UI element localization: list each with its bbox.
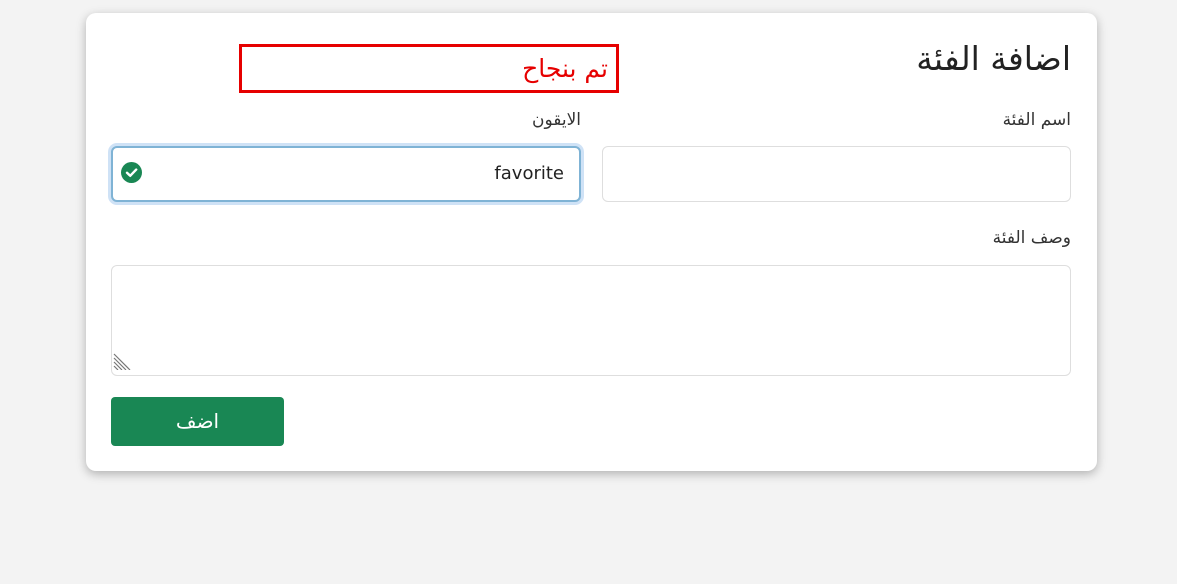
add-button[interactable]: اضف xyxy=(111,397,284,446)
icon-input[interactable]: favorite xyxy=(111,146,581,202)
success-message: تم بنجاح xyxy=(239,44,619,93)
page-title: اضافة الفئة xyxy=(916,39,1071,78)
icon-input-value: favorite xyxy=(494,163,564,184)
category-name-label: اسم الفئة xyxy=(1002,110,1071,130)
check-circle-icon xyxy=(121,162,142,183)
icon-label: الايقون xyxy=(531,110,581,130)
category-description-label: وصف الفئة xyxy=(992,228,1071,248)
category-description-textarea[interactable] xyxy=(111,265,1071,376)
add-category-card: اضافة الفئة تم بنجاح اسم الفئة الايقون f… xyxy=(86,13,1097,471)
resize-grip-icon[interactable] xyxy=(113,352,131,374)
category-name-input[interactable] xyxy=(602,146,1071,202)
